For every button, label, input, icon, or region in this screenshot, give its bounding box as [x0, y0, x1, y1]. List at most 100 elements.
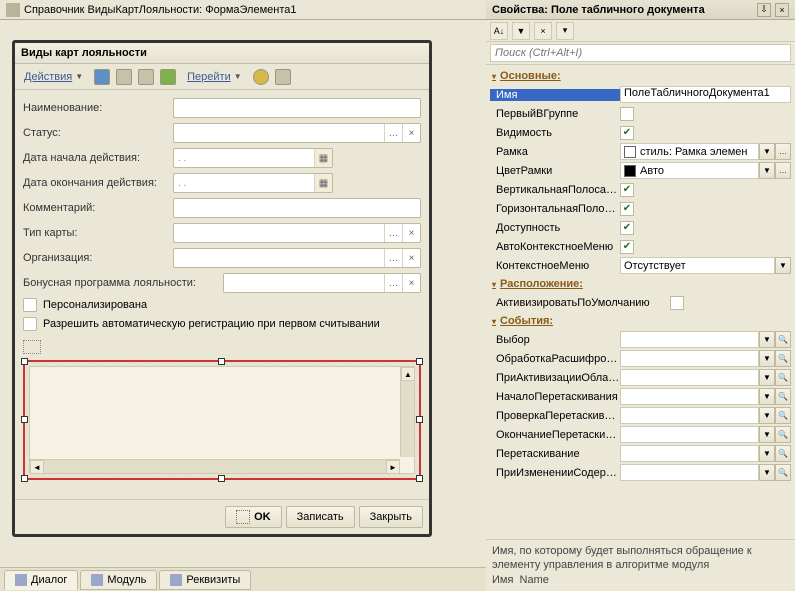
ok-button[interactable]: OK: [225, 506, 282, 528]
help-icon[interactable]: [253, 69, 269, 85]
checkbox-personalized[interactable]: [23, 298, 37, 312]
prop-event-drag: Перетаскивание: [490, 448, 620, 460]
prop-name-value[interactable]: ПолеТабличногоДокумента1: [620, 86, 791, 103]
open-button[interactable]: 🔍: [775, 369, 791, 386]
tab-dialog[interactable]: Диалог: [4, 570, 78, 590]
calendar-icon[interactable]: ▦: [314, 174, 332, 192]
open-button[interactable]: 🔍: [775, 331, 791, 348]
event-drag-value[interactable]: [620, 445, 759, 462]
input-date-end[interactable]: . .▦: [173, 173, 333, 193]
prop-frame-value[interactable]: стиль: Рамка элемен: [620, 143, 759, 160]
input-date-start[interactable]: . .▦: [173, 148, 333, 168]
attrs-icon: [170, 574, 182, 586]
goto-menu[interactable]: Перейти ▼: [182, 67, 247, 87]
clear-button[interactable]: ×: [402, 274, 420, 292]
input-comment[interactable]: [173, 198, 421, 218]
event-drag-end-value[interactable]: [620, 426, 759, 443]
toolbar-icon-refresh[interactable]: [160, 69, 176, 85]
tab-module[interactable]: Модуль: [80, 570, 157, 590]
open-button[interactable]: 🔍: [775, 407, 791, 424]
dropdown-button[interactable]: ▼: [759, 162, 775, 179]
select-button[interactable]: …: [384, 124, 402, 142]
label-personalized: Персонализирована: [43, 299, 147, 311]
group-main[interactable]: Основные:: [490, 67, 791, 85]
filter-icon[interactable]: ▼: [512, 22, 530, 40]
select-button[interactable]: …: [384, 224, 402, 242]
open-button[interactable]: 🔍: [775, 388, 791, 405]
checkbox-enabled[interactable]: ✔: [620, 221, 634, 235]
sort-az-icon[interactable]: A↓: [490, 22, 508, 40]
close-panel-icon[interactable]: ×: [775, 3, 789, 17]
dropdown-button[interactable]: ▼: [759, 350, 775, 367]
horizontal-scrollbar[interactable]: ◄►: [30, 459, 400, 473]
input-status[interactable]: …×: [173, 123, 421, 143]
clear-button[interactable]: ×: [402, 249, 420, 267]
prop-event-select: Выбор: [490, 334, 620, 346]
dropdown-button[interactable]: ▼: [759, 464, 775, 481]
checkbox-autoreg[interactable]: [23, 317, 37, 331]
input-card-type[interactable]: …×: [173, 223, 421, 243]
drag-handle-icon[interactable]: [23, 340, 41, 354]
dropdown-button[interactable]: ▼: [759, 407, 775, 424]
prop-frame-color-value[interactable]: Авто: [620, 162, 759, 179]
dropdown-button[interactable]: ▼: [759, 369, 775, 386]
clear-button[interactable]: ×: [402, 224, 420, 242]
input-bonus-prog[interactable]: …×: [223, 273, 421, 293]
open-button[interactable]: 🔍: [775, 464, 791, 481]
pin-icon[interactable]: ⇩: [757, 3, 771, 17]
dropdown-button[interactable]: ▼: [759, 331, 775, 348]
selected-spreadsheet-field[interactable]: ▲ ◄►: [23, 360, 421, 480]
category-toggle-icon[interactable]: ▾: [556, 22, 574, 40]
checkbox-vscroll[interactable]: ✔: [620, 183, 634, 197]
properties-search-input[interactable]: [490, 44, 791, 62]
input-name[interactable]: [173, 98, 421, 118]
event-drill-value[interactable]: [620, 350, 759, 367]
checkbox-hscroll[interactable]: ✔: [620, 202, 634, 216]
dropdown-button[interactable]: ▼: [759, 388, 775, 405]
more-button[interactable]: …: [775, 143, 791, 160]
open-button[interactable]: 🔍: [775, 445, 791, 462]
close-button[interactable]: Закрыть: [359, 506, 423, 528]
clear-filter-icon[interactable]: ×: [534, 22, 552, 40]
open-button[interactable]: 🔍: [775, 426, 791, 443]
tab-attributes[interactable]: Реквизиты: [159, 570, 251, 590]
event-activate-area-value[interactable]: [620, 369, 759, 386]
toolbar-icon-3[interactable]: [138, 69, 154, 85]
event-drag-start-value[interactable]: [620, 388, 759, 405]
calendar-icon[interactable]: ▦: [314, 149, 332, 167]
dropdown-button[interactable]: ▼: [759, 143, 775, 160]
dropdown-button[interactable]: ▼: [759, 426, 775, 443]
event-select-value[interactable]: [620, 331, 759, 348]
actions-menu[interactable]: Действия ▼: [19, 67, 88, 87]
properties-search[interactable]: [486, 42, 795, 65]
properties-help: Имя, по которому будет выполняться обращ…: [486, 539, 795, 591]
input-org[interactable]: …×: [173, 248, 421, 268]
form-designer-canvas[interactable]: Виды карт лояльности Действия ▼ Перейти …: [12, 40, 432, 537]
prop-ctx-menu-value[interactable]: Отсутствует: [620, 257, 775, 274]
prop-first-in-group: ПервыйВГруппе: [490, 108, 620, 120]
event-drag-check-value[interactable]: [620, 407, 759, 424]
clear-button[interactable]: ×: [402, 124, 420, 142]
dropdown-button[interactable]: ▼: [775, 257, 791, 274]
label-autoreg: Разрешить автоматическую регистрацию при…: [43, 318, 380, 330]
toolbar-icon-1[interactable]: [94, 69, 110, 85]
dropdown-button[interactable]: ▼: [759, 445, 775, 462]
toolbar-icon-2[interactable]: [116, 69, 132, 85]
group-events[interactable]: События:: [490, 312, 791, 330]
more-button[interactable]: …: [775, 162, 791, 179]
toolbar-icon-last[interactable]: [275, 69, 291, 85]
save-button[interactable]: Записать: [286, 506, 355, 528]
open-button[interactable]: 🔍: [775, 350, 791, 367]
vertical-scrollbar[interactable]: ▲: [400, 367, 414, 457]
event-content-change-value[interactable]: [620, 464, 759, 481]
select-button[interactable]: …: [384, 274, 402, 292]
checkbox-first-in-group[interactable]: [620, 107, 634, 121]
label-comment: Комментарий:: [23, 202, 173, 214]
select-button[interactable]: …: [384, 249, 402, 267]
checkbox-auto-ctx[interactable]: ✔: [620, 240, 634, 254]
checkbox-visibility[interactable]: ✔: [620, 126, 634, 140]
group-layout[interactable]: Расположение:: [490, 275, 791, 293]
prop-name-label[interactable]: Имя: [490, 89, 620, 101]
prop-frame-color: ЦветРамки: [490, 165, 620, 177]
checkbox-activate-default[interactable]: [670, 296, 684, 310]
